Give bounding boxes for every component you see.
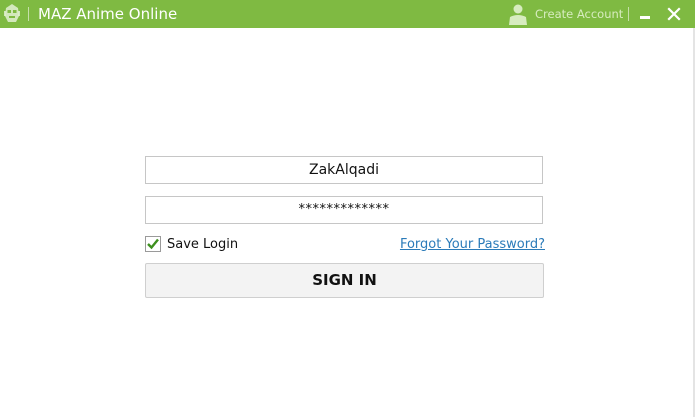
forgot-password-link[interactable]: Forgot Your Password? bbox=[400, 237, 545, 253]
robot-head-icon bbox=[3, 2, 21, 26]
checkmark-icon bbox=[147, 238, 159, 250]
minimize-icon bbox=[640, 16, 650, 19]
create-account-link[interactable]: Create Account bbox=[535, 7, 623, 21]
save-login-checkbox[interactable] bbox=[145, 236, 161, 252]
app-title: MAZ Anime Online bbox=[38, 5, 178, 23]
title-bar: MAZ Anime Online Create Account bbox=[0, 0, 695, 28]
close-button[interactable] bbox=[664, 4, 684, 24]
title-divider-right bbox=[628, 7, 629, 21]
sign-in-button[interactable]: SIGN IN bbox=[145, 263, 544, 298]
user-icon[interactable] bbox=[506, 2, 530, 26]
login-window: MAZ Anime Online Create Account ZakAlqad… bbox=[0, 0, 695, 417]
minimize-button[interactable] bbox=[636, 4, 654, 24]
username-field[interactable]: ZakAlqadi bbox=[145, 156, 543, 184]
password-field[interactable]: ************* bbox=[145, 196, 543, 224]
title-divider bbox=[28, 7, 29, 21]
close-icon bbox=[667, 7, 681, 21]
save-login-label: Save Login bbox=[167, 237, 239, 252]
